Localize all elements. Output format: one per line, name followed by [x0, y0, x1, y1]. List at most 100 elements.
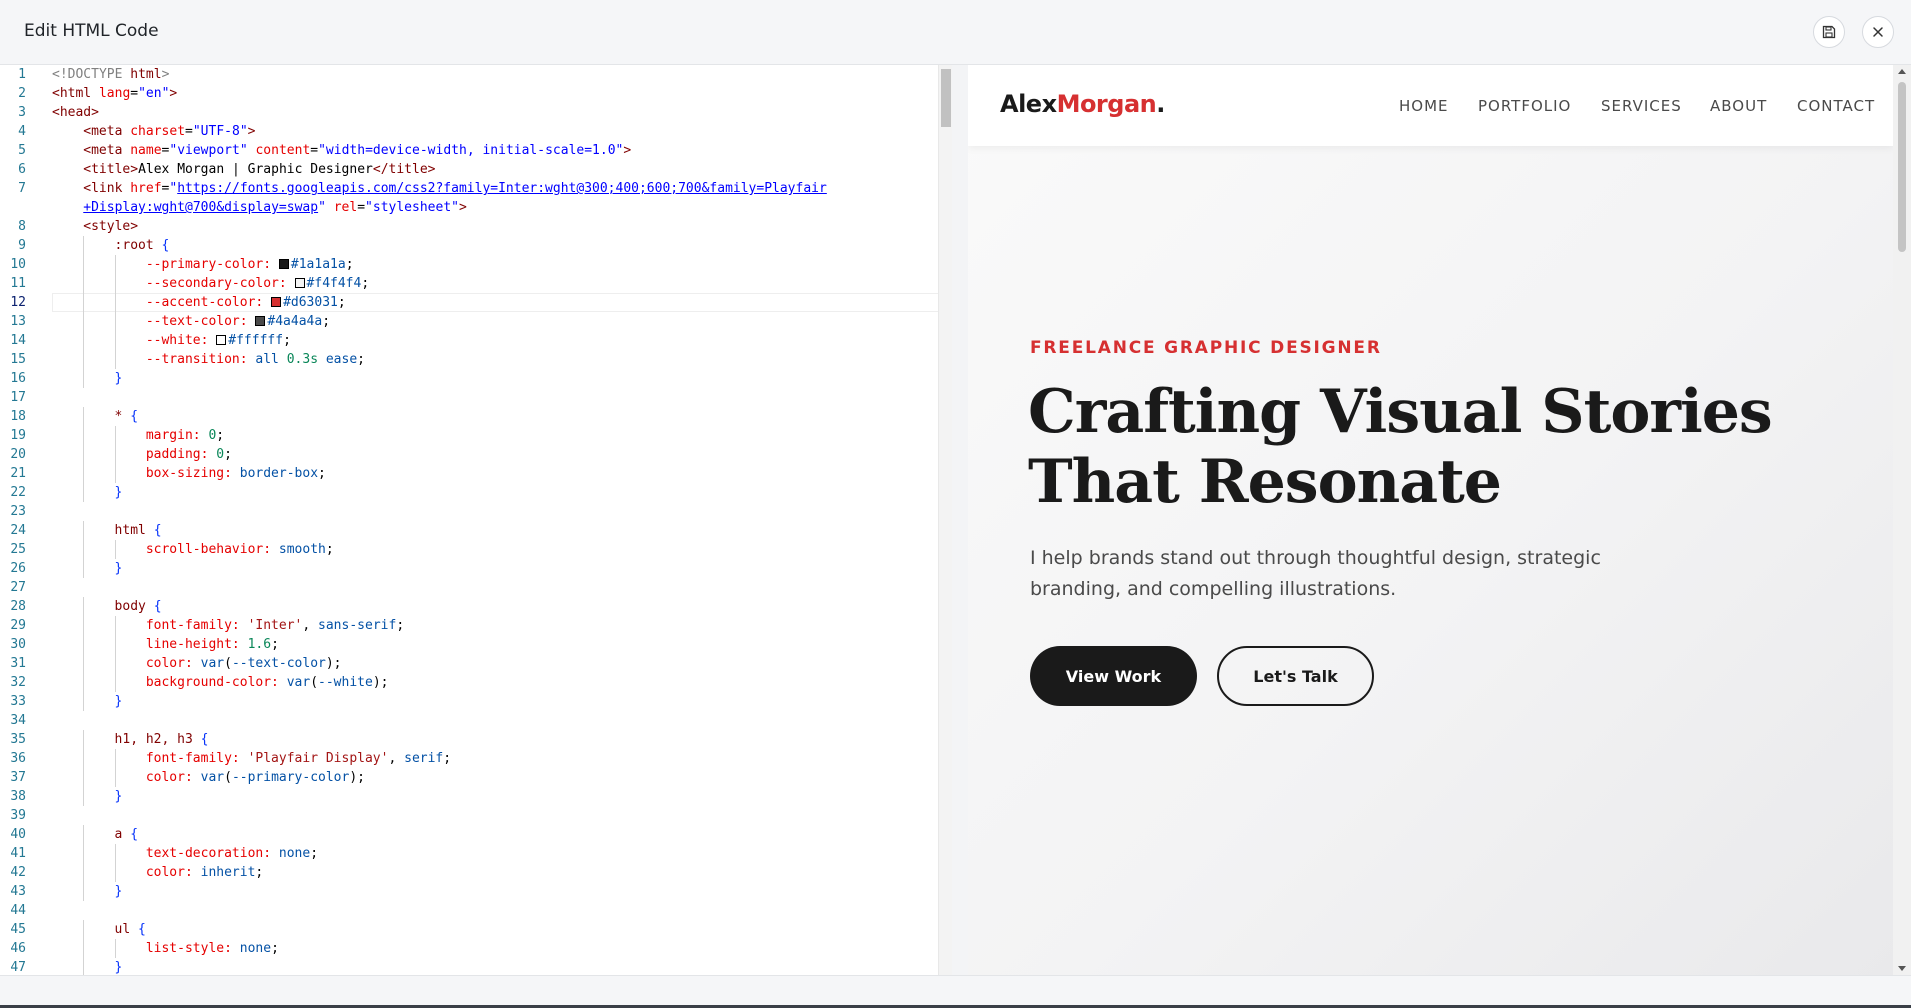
code-line[interactable]: } — [115, 483, 123, 502]
code-token: font-family: — [145, 751, 248, 766]
code-line[interactable]: <head> — [52, 103, 99, 122]
code-line[interactable]: <!DOCTYPE html> — [52, 65, 169, 84]
code-line[interactable]: color: var(--primary-color); — [146, 768, 365, 787]
code-token: > — [169, 86, 178, 101]
code-line[interactable]: <title>Alex Morgan | Graphic Designer</t… — [83, 160, 435, 179]
line-number: 19 — [10, 428, 26, 443]
indent-guide — [83, 274, 85, 293]
code-line[interactable]: <meta charset="UTF-8"> — [83, 122, 255, 141]
code-line[interactable]: --white: #ffffff; — [146, 331, 291, 350]
code-token: --primary-color — [231, 770, 350, 785]
code-line[interactable]: +Display:wght@700&display=swap" rel="sty… — [83, 198, 467, 217]
code-line[interactable]: font-family: 'Inter', sans-serif; — [146, 616, 404, 635]
code-token: > — [161, 67, 170, 82]
code-line[interactable]: } — [115, 958, 123, 975]
code-token: { — [130, 409, 139, 424]
view-work-button[interactable]: View Work — [1030, 646, 1197, 706]
save-button[interactable] — [1813, 16, 1845, 48]
code-line[interactable]: } — [115, 369, 123, 388]
code-token: "width=device-width, initial-scale=1.0" — [318, 143, 624, 158]
code-line[interactable]: body { — [115, 597, 162, 616]
code-token: ease — [325, 352, 358, 367]
code-token: ; — [318, 466, 326, 481]
code-line[interactable]: <meta name="viewport" content="width=dev… — [83, 141, 631, 160]
color-swatch[interactable] — [271, 297, 282, 307]
line-number: 43 — [10, 884, 26, 899]
code-token: 'Playfair Display' — [247, 751, 389, 766]
color-swatch[interactable] — [294, 278, 305, 288]
indent-guide — [83, 768, 85, 787]
code-token: } — [114, 694, 123, 709]
code-token: { — [138, 922, 146, 937]
code-token: +Display:wght@700&display=swap — [83, 200, 319, 215]
color-swatch[interactable] — [278, 259, 289, 269]
code-line[interactable]: --accent-color: #d63031; — [146, 293, 346, 312]
editor-scrollbar-thumb[interactable] — [941, 69, 951, 127]
code-token: html — [130, 67, 162, 82]
lets-talk-button[interactable]: Let's Talk — [1217, 646, 1374, 706]
code-line[interactable]: } — [115, 692, 123, 711]
code-line[interactable]: --text-color: #4a4a4a; — [146, 312, 330, 331]
code-line[interactable]: color: var(--text-color); — [146, 654, 342, 673]
code-line[interactable]: } — [115, 882, 123, 901]
preview-scrollbar-thumb[interactable] — [1898, 82, 1906, 252]
code-line[interactable]: --transition: all 0.3s ease; — [146, 350, 365, 369]
code-line[interactable]: } — [115, 559, 123, 578]
code-line[interactable]: * { — [115, 407, 138, 426]
code-line[interactable]: text-decoration: none; — [146, 844, 318, 863]
code-token: , — [388, 751, 405, 766]
code-line[interactable]: box-sizing: border-box; — [146, 464, 326, 483]
site-logo[interactable]: AlexMorgan. — [1000, 90, 1165, 118]
code-line[interactable]: margin: 0; — [146, 426, 224, 445]
code-token: serif — [404, 751, 444, 766]
code-line[interactable]: html { — [115, 521, 162, 540]
nav-home[interactable]: HOME — [1399, 97, 1449, 115]
scroll-up-arrow-icon[interactable] — [1898, 69, 1906, 74]
code-text-area[interactable]: <!DOCTYPE html> <html lang="en"> <head> <me… — [52, 65, 942, 975]
code-line[interactable]: } — [115, 787, 123, 806]
color-swatch[interactable] — [255, 316, 266, 326]
nav-portfolio[interactable]: PORTFOLIO — [1478, 97, 1571, 115]
nav-contact[interactable]: CONTACT — [1797, 97, 1875, 115]
indent-guide — [83, 331, 85, 350]
code-line[interactable]: a { — [115, 825, 138, 844]
color-swatch[interactable] — [216, 335, 227, 345]
code-line[interactable]: --secondary-color: #f4f4f4; — [146, 274, 369, 293]
code-token: --accent-color: — [145, 295, 272, 310]
preview-scrollbar[interactable] — [1893, 65, 1911, 975]
code-line[interactable]: line-height: 1.6; — [146, 635, 279, 654]
code-line[interactable]: scroll-behavior: smooth; — [146, 540, 334, 559]
code-token: var — [200, 770, 225, 785]
code-token: none — [278, 846, 311, 861]
code-line[interactable]: padding: 0; — [146, 445, 232, 464]
pane-splitter[interactable] — [952, 65, 968, 975]
code-editor[interactable]: 1 2 3 4 5 6 7 8 9 10 11 12 13 14 15 16 17 18 19 20 21 22 23 24 2… — [0, 65, 952, 975]
code-token: charset — [130, 124, 186, 139]
indent-guide — [83, 559, 85, 578]
nav-about[interactable]: ABOUT — [1710, 97, 1767, 115]
code-token: margin: — [145, 428, 209, 443]
code-line[interactable]: font-family: 'Playfair Display', serif; — [146, 749, 451, 768]
code-line[interactable]: h1, h2, h3 { — [115, 730, 209, 749]
editor-scrollbar[interactable] — [938, 65, 952, 975]
code-token: a — [114, 827, 131, 842]
code-token: border-box — [239, 466, 319, 481]
nav-services[interactable]: SERVICES — [1601, 97, 1682, 115]
code-line[interactable]: color: inherit; — [146, 863, 263, 882]
code-line[interactable]: --primary-color: #1a1a1a; — [146, 255, 354, 274]
close-button[interactable] — [1862, 16, 1894, 48]
indent-guide — [83, 350, 85, 369]
code-line[interactable]: :root { — [115, 236, 170, 255]
scroll-down-arrow-icon[interactable] — [1898, 966, 1906, 971]
code-line[interactable]: ul { — [115, 920, 146, 939]
code-line[interactable]: <style> — [83, 217, 138, 236]
code-line[interactable]: <html lang="en"> — [52, 84, 177, 103]
line-number: 1 — [18, 67, 26, 82]
code-token: box-sizing: — [145, 466, 240, 481]
line-number: 38 — [10, 789, 26, 804]
hero-title-line-2: That Resonate — [1028, 447, 1502, 517]
line-number: 30 — [10, 637, 26, 652]
code-line[interactable]: background-color: var(--white); — [146, 673, 389, 692]
code-line[interactable]: <link href="https://fonts.googleapis.com… — [83, 179, 827, 198]
code-line[interactable]: list-style: none; — [146, 939, 279, 958]
